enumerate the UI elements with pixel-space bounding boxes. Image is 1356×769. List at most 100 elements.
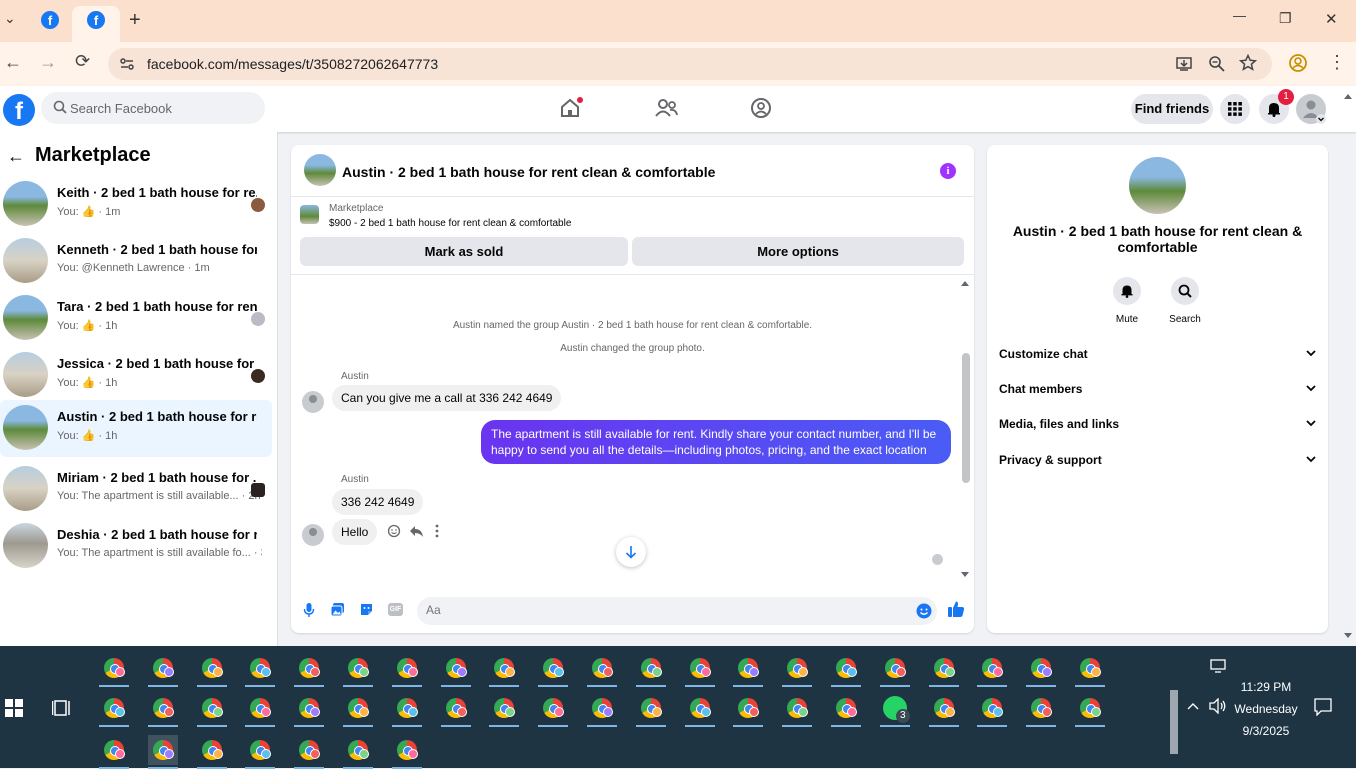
chrome-taskbar-icon[interactable] [1026, 653, 1057, 687]
chrome-taskbar-icon[interactable] [294, 693, 325, 727]
chrome-taskbar-icon[interactable] [684, 693, 715, 727]
url-text[interactable]: facebook.com/messages/t/3508272062647773 [147, 56, 438, 72]
chrome-taskbar-icon[interactable] [1026, 693, 1057, 727]
chrome-taskbar-icon[interactable] [196, 735, 227, 769]
chrome-taskbar-icon[interactable] [977, 653, 1008, 687]
zoom-icon[interactable] [1208, 55, 1226, 73]
chrome-taskbar-icon[interactable] [489, 693, 520, 727]
outgoing-message[interactable]: The apartment is still available for ren… [481, 420, 951, 464]
scroll-to-bottom-button[interactable] [616, 537, 646, 567]
back-button[interactable]: ← [4, 52, 22, 73]
chrome-taskbar-icon[interactable] [684, 653, 715, 687]
tab-facebook-active[interactable]: f [72, 6, 120, 42]
chrome-taskbar-icon[interactable] [196, 653, 227, 687]
chrome-taskbar-icon[interactable] [343, 653, 373, 687]
bookmark-star-icon[interactable] [1239, 54, 1257, 72]
back-arrow-icon[interactable]: ← [7, 146, 25, 167]
chrome-taskbar-icon[interactable] [245, 653, 276, 687]
emoji-icon[interactable] [916, 603, 932, 619]
chrome-taskbar-icon[interactable] [391, 735, 422, 769]
privacy-support-section[interactable]: Privacy & support [999, 451, 1317, 471]
listing-summary[interactable]: $900 - 2 bed 1 bath house for rent clean… [329, 218, 571, 229]
chrome-taskbar-icon[interactable] [831, 653, 861, 687]
chrome-taskbar-icon[interactable] [245, 693, 276, 727]
browser-menu-icon[interactable]: ⋮ [1328, 52, 1346, 73]
reload-button[interactable]: ⟳ [75, 51, 90, 72]
desktop-icon[interactable] [1210, 659, 1226, 673]
search-in-conversation-button[interactable]: Search [1160, 277, 1210, 325]
chrome-taskbar-icon[interactable] [538, 693, 569, 727]
chrome-taskbar-icon[interactable] [782, 693, 813, 727]
profile-icon[interactable] [1288, 53, 1308, 73]
conversation-item-keith[interactable]: Keith · 2 bed 1 bath house for re... You… [0, 176, 272, 233]
sticker-icon[interactable] [359, 602, 374, 617]
task-view-icon[interactable] [52, 698, 72, 718]
whatsapp-taskbar-icon[interactable]: 3 [879, 693, 910, 727]
chrome-taskbar-icon[interactable] [928, 653, 959, 687]
chrome-taskbar-icon[interactable] [245, 735, 276, 769]
photo-icon[interactable] [330, 602, 345, 617]
chrome-taskbar-icon[interactable] [1075, 653, 1105, 687]
find-friends-button[interactable]: Find friends [1131, 94, 1213, 124]
chrome-taskbar-icon[interactable] [294, 735, 325, 769]
conversation-item-austin[interactable]: Austin · 2 bed 1 bath house for ren... Y… [0, 400, 272, 457]
conversation-item-tara[interactable]: Tara · 2 bed 1 bath house for ren... You… [0, 290, 272, 347]
customize-chat-section[interactable]: Customize chat [999, 345, 1317, 365]
chrome-taskbar-icon[interactable] [1075, 693, 1105, 727]
mark-as-sold-button[interactable]: Mark as sold [300, 237, 628, 266]
more-actions-icon[interactable] [434, 524, 440, 538]
chrome-taskbar-icon[interactable] [879, 653, 910, 687]
chrome-taskbar-icon[interactable] [196, 693, 227, 727]
tab-facebook-1[interactable]: f [41, 11, 59, 29]
account-avatar[interactable] [1296, 94, 1326, 124]
scroll-down-icon[interactable] [960, 571, 970, 579]
incoming-message[interactable]: 336 242 4649 [332, 489, 424, 515]
maximize-button[interactable]: ❐ [1279, 10, 1292, 27]
message-input-field[interactable] [417, 597, 937, 625]
gif-icon[interactable]: GIF [388, 603, 403, 616]
tab-search-dropdown-icon[interactable]: ⌄ [4, 10, 16, 27]
scroll-up-icon[interactable] [960, 279, 970, 287]
taskbar-scrollbar[interactable] [1170, 650, 1178, 764]
more-options-button[interactable]: More options [632, 237, 964, 266]
chrome-taskbar-icon[interactable] [440, 693, 471, 727]
chat-title[interactable]: Austin · 2 bed 1 bath house for rent cle… [342, 164, 715, 180]
chrome-taskbar-icon[interactable] [99, 735, 129, 769]
address-bar[interactable]: facebook.com/messages/t/3508272062647773 [108, 48, 1272, 80]
chrome-taskbar-icon[interactable] [294, 653, 325, 687]
chrome-taskbar-icon[interactable] [733, 653, 764, 687]
chrome-taskbar-icon[interactable] [733, 693, 764, 727]
facebook-search-input[interactable]: Search Facebook [41, 92, 265, 124]
windows-start-icon[interactable] [5, 699, 23, 717]
microphone-icon[interactable] [303, 602, 315, 618]
chrome-taskbar-icon[interactable] [99, 653, 129, 687]
facebook-logo[interactable]: f [3, 94, 35, 126]
chrome-taskbar-icon[interactable] [587, 653, 617, 687]
chrome-taskbar-icon[interactable] [831, 693, 861, 727]
system-clock[interactable]: 11:29 PM Wednesday 9/3/2025 [1234, 676, 1298, 742]
conversation-item-miriam[interactable]: Miriam · 2 bed 1 bath house for ... You:… [0, 461, 272, 518]
chat-members-section[interactable]: Chat members [999, 380, 1317, 400]
conversation-item-deshia[interactable]: Deshia · 2 bed 1 bath house for re... Yo… [0, 518, 272, 575]
listing-thumbnail[interactable] [300, 205, 319, 224]
chrome-taskbar-icon[interactable] [391, 693, 422, 727]
chat-scrollbar-thumb[interactable] [962, 353, 970, 483]
reply-icon[interactable] [409, 524, 424, 538]
chrome-taskbar-icon[interactable] [147, 693, 178, 727]
chrome-taskbar-icon[interactable] [635, 653, 666, 687]
volume-icon[interactable] [1209, 698, 1227, 714]
chrome-taskbar-icon[interactable] [147, 653, 178, 687]
sender-avatar[interactable] [302, 524, 324, 546]
mute-button[interactable]: Mute [1102, 277, 1152, 325]
thumbs-up-icon[interactable] [947, 600, 965, 618]
sender-avatar[interactable] [302, 391, 324, 413]
forward-button[interactable]: → [39, 52, 57, 73]
site-settings-icon[interactable] [119, 56, 135, 72]
chrome-taskbar-icon[interactable] [147, 735, 178, 769]
message-input[interactable] [426, 603, 886, 617]
chrome-taskbar-icon[interactable] [782, 653, 813, 687]
notification-center-icon[interactable] [1314, 698, 1332, 716]
conversation-item-kenneth[interactable]: Kenneth · 2 bed 1 bath house for r... Yo… [0, 233, 272, 290]
chrome-taskbar-icon[interactable] [538, 653, 569, 687]
chrome-taskbar-icon[interactable] [343, 735, 373, 769]
